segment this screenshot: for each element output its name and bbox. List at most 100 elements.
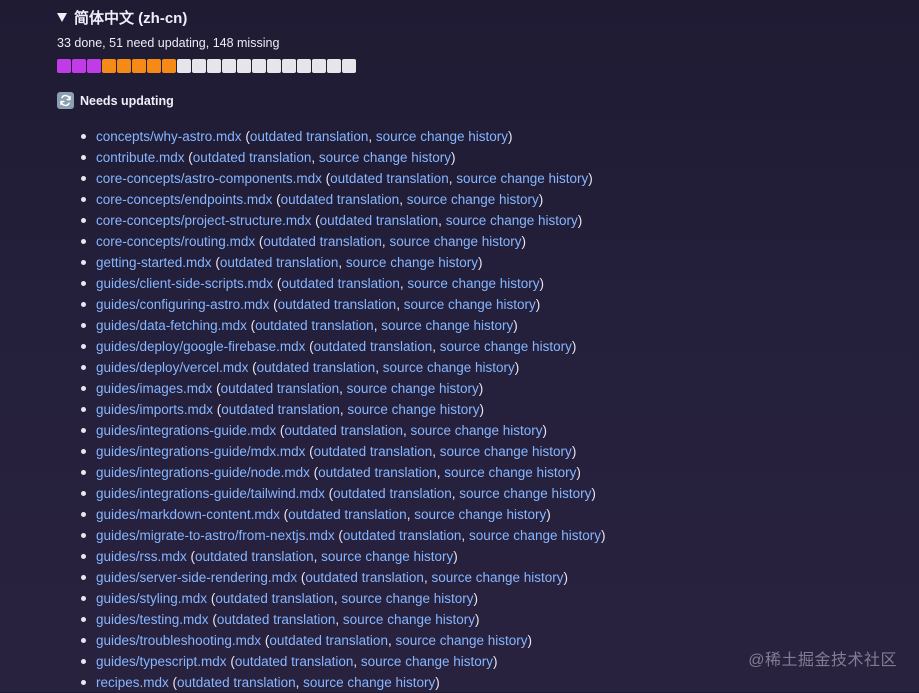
file-link[interactable]: guides/deploy/google-firebase.mdx xyxy=(96,339,305,354)
list-item: guides/images.mdx (outdated translation,… xyxy=(78,378,606,399)
outdated-translation-link[interactable]: outdated translation xyxy=(250,129,369,144)
progress-block-missing xyxy=(327,59,341,73)
source-change-history-link[interactable]: source change history xyxy=(459,486,591,501)
file-link[interactable]: guides/integrations-guide/mdx.mdx xyxy=(96,444,305,459)
progress-block-missing xyxy=(297,59,311,73)
source-change-history-link[interactable]: source change history xyxy=(319,150,451,165)
source-change-history-link[interactable]: source change history xyxy=(341,591,473,606)
list-item: guides/imports.mdx (outdated translation… xyxy=(78,399,606,420)
outdated-translation-link[interactable]: outdated translation xyxy=(314,444,433,459)
file-link[interactable]: guides/integrations-guide/node.mdx xyxy=(96,465,310,480)
file-link[interactable]: guides/images.mdx xyxy=(96,381,212,396)
list-item: guides/integrations-guide.mdx (outdated … xyxy=(78,420,606,441)
translation-progress-bar xyxy=(57,59,356,73)
outdated-translation-link[interactable]: outdated translation xyxy=(215,591,334,606)
outdated-translation-link[interactable]: outdated translation xyxy=(177,675,296,690)
source-change-history-link[interactable]: source change history xyxy=(469,528,601,543)
outdated-translation-link[interactable]: outdated translation xyxy=(288,507,407,522)
file-link[interactable]: core-concepts/project-structure.mdx xyxy=(96,213,311,228)
file-link[interactable]: guides/deploy/vercel.mdx xyxy=(96,360,248,375)
file-link[interactable]: guides/integrations-guide/tailwind.mdx xyxy=(96,486,325,501)
source-change-history-link[interactable]: source change history xyxy=(321,549,453,564)
file-link[interactable]: guides/rss.mdx xyxy=(96,549,187,564)
file-link[interactable]: guides/configuring-astro.mdx xyxy=(96,297,269,312)
source-change-history-link[interactable]: source change history xyxy=(383,360,515,375)
file-link[interactable]: guides/markdown-content.mdx xyxy=(96,507,280,522)
source-change-history-link[interactable]: source change history xyxy=(361,654,493,669)
outdated-translation-link[interactable]: outdated translation xyxy=(263,234,382,249)
source-change-history-link[interactable]: source change history xyxy=(414,507,546,522)
file-link[interactable]: guides/imports.mdx xyxy=(96,402,213,417)
outdated-translation-link[interactable]: outdated translation xyxy=(305,570,424,585)
file-link[interactable]: core-concepts/routing.mdx xyxy=(96,234,255,249)
progress-block-missing xyxy=(222,59,236,73)
file-link[interactable]: guides/typescript.mdx xyxy=(96,654,227,669)
language-section: 简体中文 (zh-cn) 33 done, 51 need updating, … xyxy=(57,0,919,690)
progress-block-missing xyxy=(192,59,206,73)
outdated-translation-link[interactable]: outdated translation xyxy=(255,318,374,333)
progress-block-missing xyxy=(342,59,356,73)
outdated-translation-link[interactable]: outdated translation xyxy=(235,654,354,669)
source-change-history-link[interactable]: source change history xyxy=(440,444,572,459)
file-link[interactable]: guides/data-fetching.mdx xyxy=(96,318,247,333)
source-change-history-link[interactable]: source change history xyxy=(456,171,588,186)
outdated-translation-link[interactable]: outdated translation xyxy=(269,633,388,648)
source-change-history-link[interactable]: source change history xyxy=(347,402,479,417)
outdated-translation-link[interactable]: outdated translation xyxy=(284,423,403,438)
outdated-translation-link[interactable]: outdated translation xyxy=(343,528,462,543)
source-change-history-link[interactable]: source change history xyxy=(303,675,435,690)
source-change-history-link[interactable]: source change history xyxy=(389,234,521,249)
outdated-translation-link[interactable]: outdated translation xyxy=(318,465,437,480)
file-link[interactable]: getting-started.mdx xyxy=(96,255,212,270)
file-link[interactable]: core-concepts/endpoints.mdx xyxy=(96,192,272,207)
progress-block-outdated xyxy=(132,59,146,73)
file-link[interactable]: recipes.mdx xyxy=(96,675,169,690)
progress-block-done xyxy=(72,59,86,73)
source-change-history-link[interactable]: source change history xyxy=(410,423,542,438)
file-link[interactable]: guides/migrate-to-astro/from-nextjs.mdx xyxy=(96,528,335,543)
outdated-translation-link[interactable]: outdated translation xyxy=(221,381,340,396)
source-change-history-link[interactable]: source change history xyxy=(347,381,479,396)
source-change-history-link[interactable]: source change history xyxy=(404,297,536,312)
source-change-history-link[interactable]: source change history xyxy=(407,276,539,291)
file-link[interactable]: core-concepts/astro-components.mdx xyxy=(96,171,322,186)
source-change-history-link[interactable]: source change history xyxy=(407,192,539,207)
source-change-history-link[interactable]: source change history xyxy=(346,255,478,270)
outdated-translation-link[interactable]: outdated translation xyxy=(314,339,433,354)
file-link[interactable]: contribute.mdx xyxy=(96,150,185,165)
outdated-translation-link[interactable]: outdated translation xyxy=(278,297,397,312)
outdated-translation-link[interactable]: outdated translation xyxy=(217,612,336,627)
outdated-translation-link[interactable]: outdated translation xyxy=(193,150,312,165)
source-change-history-link[interactable]: source change history xyxy=(343,612,475,627)
source-change-history-link[interactable]: source change history xyxy=(446,213,578,228)
outdated-translation-link[interactable]: outdated translation xyxy=(257,360,376,375)
outdated-translation-link[interactable]: outdated translation xyxy=(195,549,314,564)
source-change-history-link[interactable]: source change history xyxy=(444,465,576,480)
source-change-history-link[interactable]: source change history xyxy=(381,318,513,333)
list-item: guides/styling.mdx (outdated translation… xyxy=(78,588,606,609)
language-summary-toggle[interactable]: 简体中文 (zh-cn) xyxy=(57,0,919,34)
file-link[interactable]: guides/client-side-scripts.mdx xyxy=(96,276,273,291)
source-change-history-link[interactable]: source change history xyxy=(395,633,527,648)
file-link[interactable]: guides/troubleshooting.mdx xyxy=(96,633,261,648)
outdated-translation-link[interactable]: outdated translation xyxy=(333,486,452,501)
source-change-history-link[interactable]: source change history xyxy=(440,339,572,354)
file-link[interactable]: guides/styling.mdx xyxy=(96,591,207,606)
progress-block-done xyxy=(87,59,101,73)
outdated-translation-link[interactable]: outdated translation xyxy=(330,171,449,186)
list-item: guides/testing.mdx (outdated translation… xyxy=(78,609,606,630)
file-link[interactable]: guides/testing.mdx xyxy=(96,612,209,627)
needs-updating-label: Needs updating xyxy=(80,93,174,108)
outdated-translation-link[interactable]: outdated translation xyxy=(220,255,339,270)
progress-block-outdated xyxy=(147,59,161,73)
source-change-history-link[interactable]: source change history xyxy=(376,129,508,144)
file-link[interactable]: guides/server-side-rendering.mdx xyxy=(96,570,297,585)
outdated-translation-link[interactable]: outdated translation xyxy=(281,192,400,207)
outdated-translation-link[interactable]: outdated translation xyxy=(281,276,400,291)
file-link[interactable]: concepts/why-astro.mdx xyxy=(96,129,242,144)
outdated-translation-link[interactable]: outdated translation xyxy=(320,213,439,228)
progress-block-outdated xyxy=(117,59,131,73)
outdated-translation-link[interactable]: outdated translation xyxy=(221,402,340,417)
source-change-history-link[interactable]: source change history xyxy=(431,570,563,585)
file-link[interactable]: guides/integrations-guide.mdx xyxy=(96,423,276,438)
